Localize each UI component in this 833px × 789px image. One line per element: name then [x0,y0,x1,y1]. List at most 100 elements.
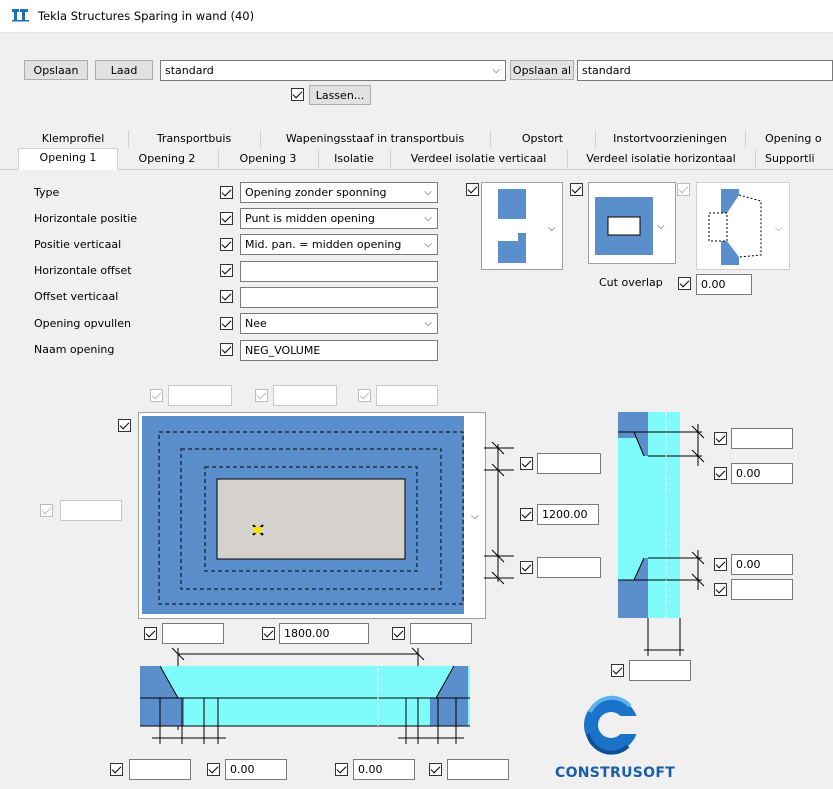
type-checkbox[interactable] [220,186,233,199]
hoffset-label: Horizontale offset [34,264,132,277]
extra-picture-select[interactable]: ⌵ [696,182,790,270]
save-as-input[interactable]: standard [577,60,833,81]
section-width-input[interactable] [629,660,691,681]
chevron-down-icon: ⌵ [424,187,432,198]
cut-overlap-checkbox[interactable] [678,277,691,290]
save-button[interactable]: Opslaan [24,60,88,80]
bottom-left-checkbox[interactable] [144,627,157,640]
tab-verdeel-isolatie-horizontaal[interactable]: Verdeel isolatie horizontaal [567,150,756,168]
plan-d-input[interactable] [447,759,509,780]
height-checkbox[interactable] [520,508,533,521]
hoffset-checkbox[interactable] [220,264,233,277]
svg-text:⌵: ⌵ [548,223,556,234]
tab-opening-3[interactable]: Opening 3 [218,150,319,168]
chevron-down-icon: ⌵ [492,65,500,76]
tab-transportbuis[interactable]: Transportbuis [128,130,261,148]
tab-klemprofiel[interactable]: Klemprofiel [18,130,129,148]
plan-c-checkbox[interactable] [335,763,348,776]
right-top-a-input[interactable] [731,428,793,449]
construsoft-logo-text: CONSTRUSOFT [555,765,676,781]
tab-opening-o[interactable]: Opening o [745,130,833,148]
voffset-label: Offset verticaal [34,290,119,303]
type-select[interactable]: Opening zonder sponning ⌵ [240,182,438,203]
cut-overlap-input[interactable]: 0.00 [696,274,752,295]
top-left-checkbox[interactable] [150,389,163,402]
welds-checkbox[interactable] [291,88,304,101]
dim-bottom-input[interactable] [537,557,601,578]
plan-a-input[interactable] [129,759,191,780]
cut-overlap-icon: ⌵ [708,189,783,265]
top-mid-input[interactable] [273,385,337,406]
section-diagram [618,412,705,656]
tab-verdeel-isolatie-verticaal[interactable]: Verdeel isolatie verticaal [390,150,568,168]
plan-b-checkbox[interactable] [207,763,220,776]
right-bottom-b-input[interactable] [731,579,793,600]
welds-button[interactable]: Lassen... [309,85,371,105]
plan-c-input[interactable]: 0.00 [353,759,415,780]
right-bottom-a-checkbox[interactable] [714,558,727,571]
hoffset-input[interactable] [240,261,438,282]
tab-isolatie[interactable]: Isolatie [318,150,391,168]
title-bar: Tekla Structures Sparing in wand (40) [0,0,833,33]
name-checkbox[interactable] [220,343,233,356]
tab-instortvoorzieningen[interactable]: Instortvoorzieningen [595,130,746,148]
tab-opening-1[interactable]: Opening 1 [18,148,118,170]
name-input[interactable]: NEG_VOLUME [240,340,438,361]
svg-text:⌵: ⌵ [471,511,479,522]
vpos-checkbox[interactable] [220,238,233,251]
main-picture-select[interactable]: ⌵ [138,412,486,619]
tab-opstort[interactable]: Opstort [490,130,596,148]
extra-picture-checkbox[interactable] [677,183,690,196]
width-checkbox[interactable] [262,627,275,640]
type-label: Type [34,186,60,199]
fill-checkbox[interactable] [220,317,233,330]
vpos-select[interactable]: Mid. pan. = midden opening ⌵ [240,234,438,255]
fill-select[interactable]: Nee ⌵ [240,313,438,334]
construsoft-logo-icon [584,695,641,755]
tab-opening-2[interactable]: Opening 2 [116,150,219,168]
hpos-select[interactable]: Punt is midden opening ⌵ [240,208,438,229]
voffset-checkbox[interactable] [220,290,233,303]
left-checkbox[interactable] [40,504,53,517]
right-bottom-b-checkbox[interactable] [714,583,727,596]
left-input[interactable] [60,500,122,521]
plan-a-checkbox[interactable] [110,763,123,776]
voffset-input[interactable] [240,287,438,308]
cut-overlap-label: Cut overlap [599,276,663,289]
dim-top-input[interactable] [537,453,601,474]
main-picture-checkbox[interactable] [118,419,131,432]
svg-text:⌵: ⌵ [657,221,665,232]
top-right-checkbox[interactable] [358,389,371,402]
chevron-down-icon: ⌵ [424,239,432,250]
vpos-label: Positie verticaal [34,238,122,251]
right-top-a-checkbox[interactable] [714,432,727,445]
dim-bottom-checkbox[interactable] [520,561,533,574]
top-left-input[interactable] [168,385,232,406]
height-input[interactable]: 1200.00 [537,504,599,525]
chevron-down-icon: ⌵ [424,213,432,224]
plan-d-checkbox[interactable] [429,763,442,776]
right-bottom-a-input[interactable]: 0.00 [731,554,793,575]
profile-picture-select[interactable]: ⌵ [481,182,563,270]
plan-diagram [140,647,470,744]
section-width-checkbox[interactable] [611,664,624,677]
dim-top-checkbox[interactable] [520,457,533,470]
load-button[interactable]: Laad [95,60,153,80]
window-title: Tekla Structures Sparing in wand (40) [38,9,255,23]
top-right-input[interactable] [376,385,438,406]
tekla-app-icon [12,9,29,22]
preset-select[interactable]: standard ⌵ [160,60,506,81]
section-picture-checkbox[interactable] [570,183,583,196]
tab-wapeningsstaaf[interactable]: Wapeningsstaaf in transportbuis [260,130,491,148]
hpos-label: Horizontale positie [34,212,138,225]
bottom-right-checkbox[interactable] [392,627,405,640]
plan-b-input[interactable]: 0.00 [225,759,287,780]
tab-supportli[interactable]: Supportli [755,150,833,168]
top-mid-checkbox[interactable] [255,389,268,402]
right-top-b-checkbox[interactable] [714,467,727,480]
profile-picture-checkbox[interactable] [466,183,479,196]
section-picture-select[interactable]: ⌵ [588,182,676,264]
right-top-b-input[interactable]: 0.00 [731,463,793,484]
save-as-button[interactable]: Opslaan al [510,60,574,80]
hpos-checkbox[interactable] [220,212,233,225]
